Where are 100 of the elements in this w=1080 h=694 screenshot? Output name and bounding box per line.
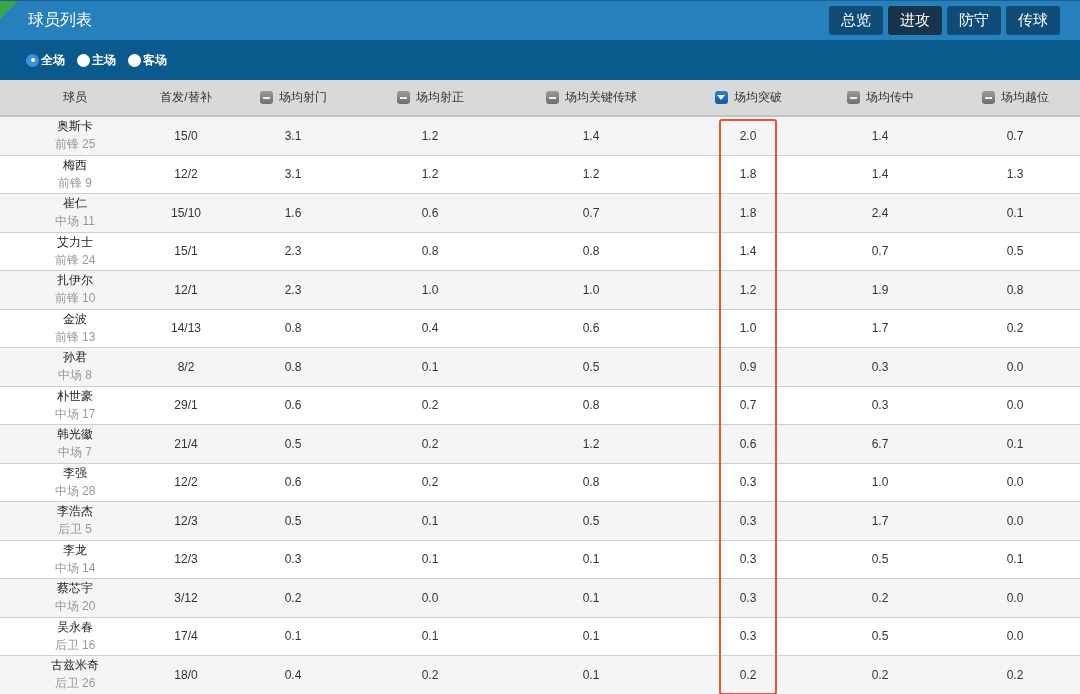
column-header[interactable]: 场均关键传球: [564, 89, 637, 106]
table-cell: 1.2: [739, 282, 757, 297]
view-tab[interactable]: 总览: [829, 6, 883, 35]
table-cell: 2.3: [284, 244, 302, 259]
table-cell: 1.0: [582, 282, 600, 297]
player-position: 前锋 25: [54, 136, 96, 154]
table-cell: 0.2: [739, 667, 757, 682]
table-cell: 0.8: [284, 359, 302, 374]
table-cell: 1.3: [1006, 167, 1024, 182]
table-cell: 1.2: [582, 167, 600, 182]
table-cell: 1.7: [871, 321, 889, 336]
column-header[interactable]: 场均射正: [415, 89, 464, 106]
player-name: 奥斯卡: [57, 118, 93, 136]
player-name: 古兹米奇: [51, 657, 99, 675]
sort-icon[interactable]: [259, 91, 273, 104]
table-cell: 1.7: [871, 513, 889, 528]
venue-radio[interactable]: 全场: [26, 51, 65, 69]
table-cell: 0.2: [284, 590, 302, 605]
player-name: 蔡芯宇: [57, 580, 93, 598]
radio-label: 客场: [143, 51, 167, 69]
panel-title: 球员列表: [28, 10, 93, 30]
table-cell: 0.0: [1006, 590, 1024, 605]
corner-mark-icon: [0, 1, 18, 19]
table-cell: 0.2: [421, 475, 439, 490]
table-cell: 0.0: [1006, 475, 1024, 490]
table-cell: 0.0: [1006, 359, 1024, 374]
table-cell: 0.8: [1006, 282, 1024, 297]
table-cell: 0.3: [871, 359, 889, 374]
player-name: 梅西: [63, 156, 87, 174]
table-cell: 12/2: [174, 475, 198, 490]
column-header[interactable]: 场均传中: [865, 89, 914, 106]
venue-radio[interactable]: 主场: [77, 51, 116, 69]
table-cell: 1.2: [421, 167, 439, 182]
table-cell: 0.3: [739, 590, 757, 605]
table-cell: 12/1: [174, 282, 198, 297]
table-cell: 0.3: [739, 475, 757, 490]
player-name: 孙君: [63, 349, 87, 367]
table-cell: 0.5: [582, 359, 600, 374]
table-cell: 0.7: [582, 205, 600, 220]
column-header[interactable]: 场均越位: [1000, 89, 1049, 106]
table-cell: 0.1: [1006, 552, 1024, 567]
table-cell: 0.6: [421, 205, 439, 220]
table-cell: 0.5: [284, 436, 302, 451]
table-cell: 1.0: [739, 321, 757, 336]
player-name: 吴永春: [57, 618, 93, 636]
radio-icon[interactable]: [26, 53, 39, 67]
player-name: 李龙: [63, 541, 87, 559]
radio-icon[interactable]: [128, 53, 141, 67]
view-tab[interactable]: 防守: [947, 6, 1001, 35]
table-cell: 0.7: [739, 398, 757, 413]
player-position: 前锋 9: [58, 174, 92, 192]
table-cell: 0.1: [284, 629, 302, 644]
table-cell: 0.4: [284, 667, 302, 682]
player-name: 崔仁: [63, 195, 87, 213]
player-position: 中场 8: [58, 367, 92, 385]
table-cell: 17/4: [174, 629, 198, 644]
sort-icon[interactable]: [396, 91, 410, 104]
table-cell: 2.0: [739, 128, 757, 143]
player-position: 后卫 5: [58, 521, 92, 539]
table-cell: 1.6: [284, 205, 302, 220]
player-name: 艾力士: [57, 233, 93, 251]
table-cell: 1.4: [871, 128, 889, 143]
sort-icon[interactable]: [545, 91, 559, 104]
table-cell: 0.8: [284, 321, 302, 336]
table-cell: 0.8: [582, 244, 600, 259]
radio-icon[interactable]: [77, 53, 90, 67]
table-cell: 0.1: [582, 667, 600, 682]
table-cell: 3/12: [174, 590, 198, 605]
sort-icon[interactable]: [981, 91, 995, 104]
player-name: 扎伊尔: [57, 272, 93, 290]
table-cell: 3.1: [284, 167, 302, 182]
table-cell: 12/3: [174, 513, 198, 528]
table-cell: 0.0: [1006, 629, 1024, 644]
table-cell: 8/2: [177, 359, 195, 374]
table-cell: 12/2: [174, 167, 198, 182]
table-cell: 1.4: [871, 167, 889, 182]
player-position: 前锋 13: [54, 328, 96, 346]
column-header[interactable]: 场均突破: [733, 89, 782, 106]
table-cell: 0.5: [871, 629, 889, 644]
view-tab[interactable]: 进攻: [888, 6, 942, 35]
view-tab[interactable]: 传球: [1006, 6, 1060, 35]
sort-descending-icon[interactable]: [714, 91, 728, 104]
table-cell: 0.5: [1006, 244, 1024, 259]
table-cell: 0.1: [421, 552, 439, 567]
table-cell: 21/4: [174, 436, 198, 451]
table-cell: 0.8: [421, 244, 439, 259]
table-cell: 1.8: [739, 205, 757, 220]
player-position: 中场 17: [54, 405, 96, 423]
table-cell: 0.2: [421, 436, 439, 451]
table-cell: 0.5: [284, 513, 302, 528]
table-cell: 0.7: [871, 244, 889, 259]
column-header[interactable]: 场均射门: [278, 89, 327, 106]
player-position: 后卫 26: [54, 675, 96, 693]
venue-radio[interactable]: 客场: [128, 51, 167, 69]
player-name: 金波: [63, 310, 87, 328]
table-cell: 0.3: [739, 552, 757, 567]
sort-icon[interactable]: [846, 91, 860, 104]
table-cell: 0.1: [421, 513, 439, 528]
table-cell: 0.8: [582, 475, 600, 490]
table-cell: 0.1: [421, 359, 439, 374]
